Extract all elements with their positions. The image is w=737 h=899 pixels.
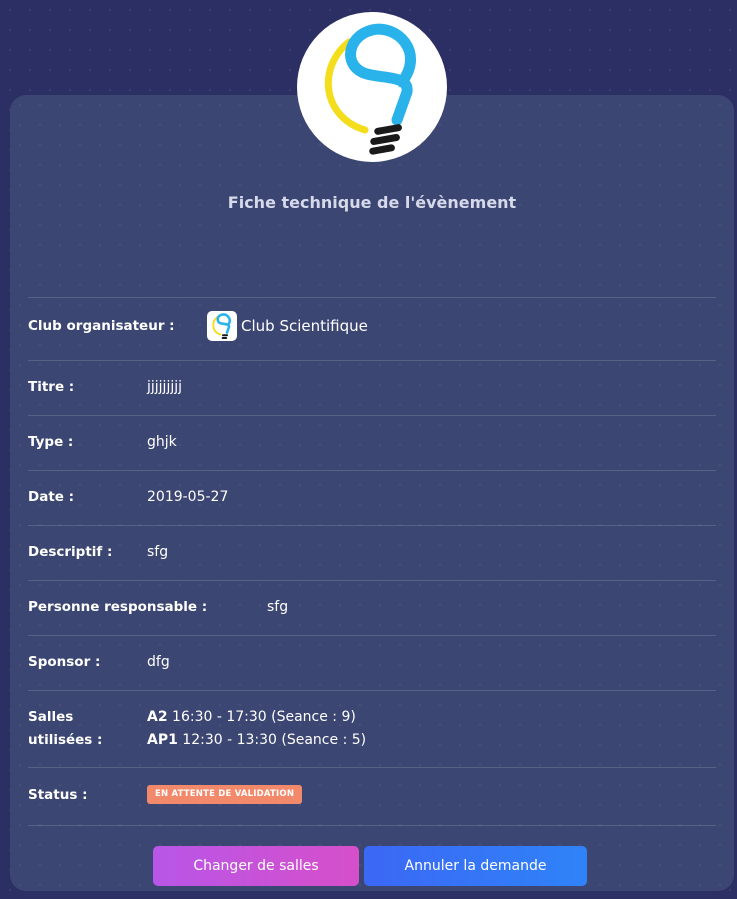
salle-item: AP1 12:30 - 13:30 (Seance : 5) [147, 729, 366, 752]
status-badge: EN ATTENTE DE VALIDATION [147, 785, 303, 804]
type-value: ghjk [147, 434, 177, 450]
titre-value: jjjjjjjjj [147, 379, 183, 395]
change-rooms-button[interactable]: Changer de salles [153, 846, 359, 886]
titre-label: Titre : [28, 379, 75, 395]
lightbulb-logo-icon [297, 12, 447, 162]
cancel-request-button[interactable]: Annuler la demande [364, 846, 587, 886]
divider [28, 580, 716, 581]
divider [28, 690, 716, 691]
salles-row: Salles utilisées : A2 16:30 - 17:30 (Sea… [28, 706, 716, 752]
divider [28, 767, 716, 768]
divider [28, 825, 716, 826]
sponsor-label: Sponsor : [28, 654, 101, 670]
club-logo-icon [207, 311, 237, 341]
date-value: 2019-05-27 [147, 489, 229, 505]
divider [28, 470, 716, 471]
date-label: Date : [28, 489, 75, 505]
divider [28, 415, 716, 416]
responsable-label: Personne responsable : [28, 599, 208, 615]
salles-label: Salles utilisées : [28, 706, 102, 752]
club-name: Club Scientifique [241, 317, 368, 335]
club-label: Club organisateur : [28, 318, 175, 334]
status-label: Status : [28, 787, 88, 803]
event-details-card [10, 95, 734, 891]
divider [28, 297, 716, 298]
sponsor-value: dfg [147, 654, 170, 670]
salle-room: AP1 [147, 732, 178, 748]
salle-item: A2 16:30 - 17:30 (Seance : 9) [147, 706, 356, 729]
responsable-value: sfg [267, 599, 289, 615]
divider [28, 360, 716, 361]
type-label: Type : [28, 434, 74, 450]
page-title: Fiche technique de l'évènement [227, 193, 517, 212]
descriptif-value: sfg [147, 544, 169, 560]
salle-detail: 16:30 - 17:30 (Seance : 9) [172, 709, 356, 725]
salles-label-line1: Salles [28, 709, 74, 725]
divider [28, 635, 716, 636]
salle-detail: 12:30 - 13:30 (Seance : 5) [182, 732, 367, 748]
divider [28, 525, 716, 526]
salle-room: A2 [147, 709, 168, 725]
salles-label-line2: utilisées : [28, 732, 103, 748]
descriptif-label: Descriptif : [28, 544, 113, 560]
